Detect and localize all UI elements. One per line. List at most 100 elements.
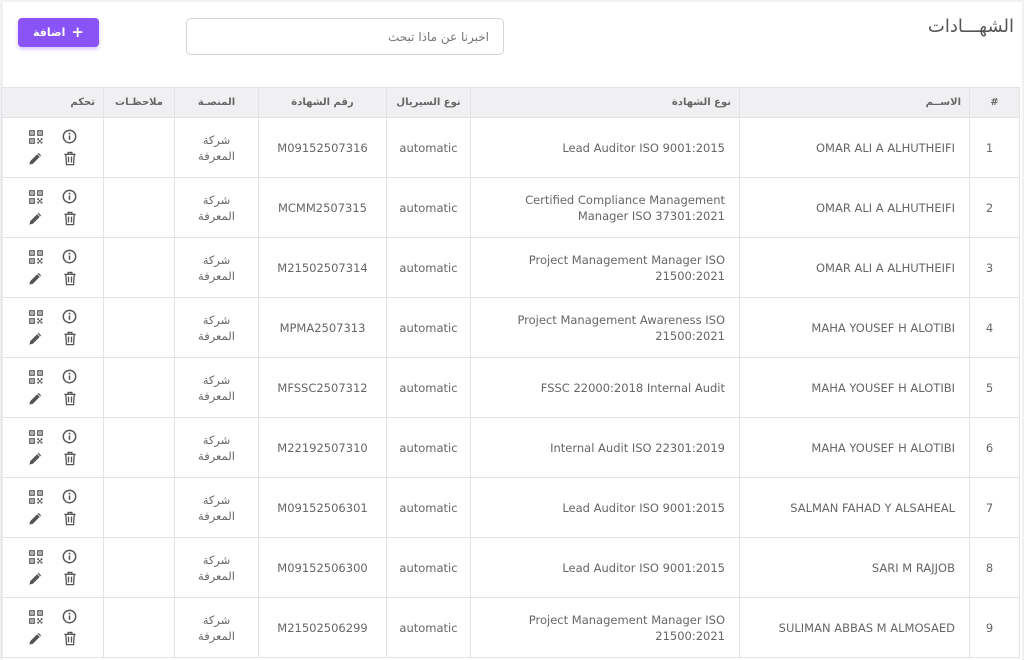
column-header-num[interactable]: # bbox=[969, 87, 1020, 118]
serial-type: automatic bbox=[386, 177, 471, 238]
column-header-platform[interactable]: المنصـة bbox=[174, 87, 259, 118]
column-header-cert-number[interactable]: رقم الشهادة bbox=[258, 87, 387, 118]
column-header-notes[interactable]: ملاحظـات bbox=[103, 87, 175, 118]
certificate-type: Lead Auditor ISO 9001:2015 bbox=[470, 537, 740, 598]
qr-code-icon[interactable] bbox=[27, 488, 45, 506]
pencil-icon[interactable] bbox=[27, 570, 45, 588]
trash-icon[interactable] bbox=[61, 330, 79, 348]
qr-code-icon[interactable] bbox=[27, 608, 45, 626]
platform: شركة المعرفة bbox=[174, 297, 259, 358]
trash-icon[interactable] bbox=[61, 510, 79, 528]
row-number: 2 bbox=[969, 177, 1020, 238]
table-row: 4 MAHA YOUSEF H ALOTIBI Project Manageme… bbox=[1, 297, 1020, 358]
table-row: 5 MAHA YOUSEF H ALOTIBI FSSC 22000:2018 … bbox=[1, 357, 1020, 418]
platform: شركة المعرفة bbox=[174, 237, 259, 298]
info-icon[interactable] bbox=[61, 188, 79, 206]
notes bbox=[103, 297, 175, 358]
trash-icon[interactable] bbox=[61, 570, 79, 588]
qr-code-icon[interactable] bbox=[27, 428, 45, 446]
row-controls bbox=[1, 177, 104, 238]
qr-code-icon[interactable] bbox=[27, 188, 45, 206]
info-icon[interactable] bbox=[61, 428, 79, 446]
serial-type: automatic bbox=[386, 477, 471, 538]
trash-icon[interactable] bbox=[61, 450, 79, 468]
notes bbox=[103, 117, 175, 178]
pencil-icon[interactable] bbox=[27, 390, 45, 408]
row-controls bbox=[1, 417, 104, 478]
info-icon[interactable] bbox=[61, 128, 79, 146]
serial-type: automatic bbox=[386, 357, 471, 418]
platform: شركة المعرفة bbox=[174, 537, 259, 598]
pencil-icon[interactable] bbox=[27, 510, 45, 528]
info-icon[interactable] bbox=[61, 308, 79, 326]
notes bbox=[103, 417, 175, 478]
row-number: 4 bbox=[969, 297, 1020, 358]
qr-code-icon[interactable] bbox=[27, 248, 45, 266]
certificate-number: MCMM2507315 bbox=[258, 177, 387, 238]
certificate-type: Lead Auditor ISO 9001:2015 bbox=[470, 117, 740, 178]
platform: شركة المعرفة bbox=[174, 357, 259, 418]
trash-icon[interactable] bbox=[61, 270, 79, 288]
holder-name: OMAR ALI A ALHUTHEIFI bbox=[739, 117, 970, 178]
info-icon[interactable] bbox=[61, 488, 79, 506]
serial-type: automatic bbox=[386, 237, 471, 298]
holder-name: OMAR ALI A ALHUTHEIFI bbox=[739, 177, 970, 238]
notes bbox=[103, 177, 175, 238]
row-controls bbox=[1, 117, 104, 178]
pencil-icon[interactable] bbox=[27, 210, 45, 228]
qr-code-icon[interactable] bbox=[27, 548, 45, 566]
pencil-icon[interactable] bbox=[27, 150, 45, 168]
serial-type: automatic bbox=[386, 417, 471, 478]
pencil-icon[interactable] bbox=[27, 630, 45, 648]
column-header-cert-type[interactable]: نوع الشهادة bbox=[470, 87, 740, 118]
trash-icon[interactable] bbox=[61, 210, 79, 228]
table-header-row: # الاســم نوع الشهادة نوع السيريال رقم ا… bbox=[1, 87, 1020, 118]
serial-type: automatic bbox=[386, 537, 471, 598]
pencil-icon[interactable] bbox=[27, 450, 45, 468]
page-title: الشهـــادات bbox=[927, 16, 1014, 37]
platform: شركة المعرفة bbox=[174, 117, 259, 178]
trash-icon[interactable] bbox=[61, 390, 79, 408]
row-number: 7 bbox=[969, 477, 1020, 538]
pencil-icon[interactable] bbox=[27, 330, 45, 348]
trash-icon[interactable] bbox=[61, 630, 79, 648]
notes bbox=[103, 477, 175, 538]
info-icon[interactable] bbox=[61, 548, 79, 566]
add-button[interactable]: اضافة + bbox=[18, 18, 99, 47]
column-header-serial-type[interactable]: نوع السيريال bbox=[386, 87, 471, 118]
trash-icon[interactable] bbox=[61, 150, 79, 168]
table-row: 2 OMAR ALI A ALHUTHEIFI Certified Compli… bbox=[1, 177, 1020, 238]
qr-code-icon[interactable] bbox=[27, 368, 45, 386]
row-number: 8 bbox=[969, 537, 1020, 598]
certificate-type: Project Management Awareness ISO 21500:2… bbox=[470, 297, 740, 358]
certificate-number: M21502506299 bbox=[258, 597, 387, 658]
row-controls bbox=[1, 237, 104, 298]
pencil-icon[interactable] bbox=[27, 270, 45, 288]
column-header-control[interactable]: تحكم bbox=[1, 87, 104, 118]
certificate-number: M09152507316 bbox=[258, 117, 387, 178]
info-icon[interactable] bbox=[61, 248, 79, 266]
platform: شركة المعرفة bbox=[174, 417, 259, 478]
info-icon[interactable] bbox=[61, 608, 79, 626]
row-controls bbox=[1, 477, 104, 538]
row-number: 6 bbox=[969, 417, 1020, 478]
holder-name: MAHA YOUSEF H ALOTIBI bbox=[739, 357, 970, 418]
row-controls bbox=[1, 357, 104, 418]
platform: شركة المعرفة bbox=[174, 177, 259, 238]
notes bbox=[103, 237, 175, 298]
certificates-table: # الاســم نوع الشهادة نوع السيريال رقم ا… bbox=[1, 87, 1020, 658]
holder-name: SARI M RAJJOB bbox=[739, 537, 970, 598]
notes bbox=[103, 537, 175, 598]
holder-name: SALMAN FAHAD Y ALSAHEAL bbox=[739, 477, 970, 538]
row-controls bbox=[1, 597, 104, 658]
search-input[interactable] bbox=[186, 18, 504, 55]
info-icon[interactable] bbox=[61, 368, 79, 386]
column-header-name[interactable]: الاســم bbox=[739, 87, 970, 118]
serial-type: automatic bbox=[386, 597, 471, 658]
holder-name: MAHA YOUSEF H ALOTIBI bbox=[739, 417, 970, 478]
qr-code-icon[interactable] bbox=[27, 308, 45, 326]
qr-code-icon[interactable] bbox=[27, 128, 45, 146]
certificate-number: MFSSC2507312 bbox=[258, 357, 387, 418]
row-controls bbox=[1, 537, 104, 598]
table-row: 3 OMAR ALI A ALHUTHEIFI Project Manageme… bbox=[1, 237, 1020, 298]
